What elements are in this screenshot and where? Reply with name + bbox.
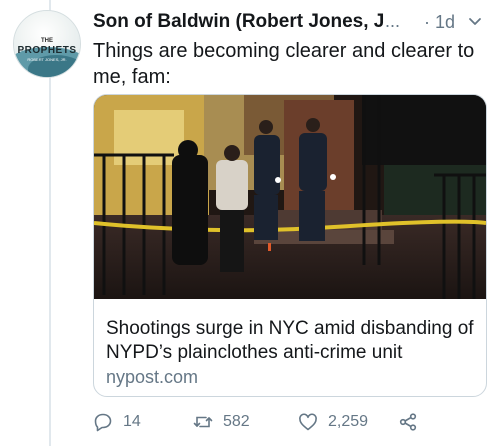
- retweet-icon: [193, 416, 213, 428]
- author-name[interactable]: Son of Baldwin (Robert Jones, Jr.): [93, 11, 385, 33]
- tweet-text: Things are becoming clearer and clearer …: [93, 40, 475, 88]
- retweet-count: 582: [223, 413, 250, 430]
- link-card[interactable]: Shootings surge in NYC amid disbanding o…: [93, 94, 487, 397]
- like-button[interactable]: 2,259: [298, 410, 368, 434]
- share-button[interactable]: [398, 410, 418, 434]
- share-icon: [399, 413, 417, 431]
- avatar-text-top: THE: [41, 38, 53, 44]
- tweet-header: Son of Baldwin (Robert Jones, Jr.) ... ·…: [93, 11, 493, 35]
- name-truncation: ...: [385, 11, 401, 31]
- tweet-actions: 14 582 2,259: [93, 410, 493, 434]
- avatar-text-sub: ROBERT JONES, JR.: [27, 57, 67, 62]
- heart-icon: [299, 413, 317, 431]
- card-headline[interactable]: Shootings surge in NYC amid disbanding o…: [106, 317, 476, 365]
- avatar[interactable]: THE PROPHETS ROBERT JONES, JR.: [13, 10, 81, 78]
- chevron-down-icon[interactable]: [468, 15, 482, 29]
- like-count: 2,259: [328, 413, 369, 430]
- reply-button[interactable]: 14: [93, 410, 141, 434]
- reply-icon: [94, 413, 112, 432]
- card-domain: nypost.com: [106, 367, 199, 387]
- tweet-timestamp[interactable]: · 1d: [424, 12, 455, 33]
- reply-count: 14: [123, 413, 141, 430]
- avatar-text-main: PROPHETS: [17, 45, 77, 56]
- card-image[interactable]: [94, 95, 486, 299]
- retweet-button[interactable]: 582: [193, 410, 250, 434]
